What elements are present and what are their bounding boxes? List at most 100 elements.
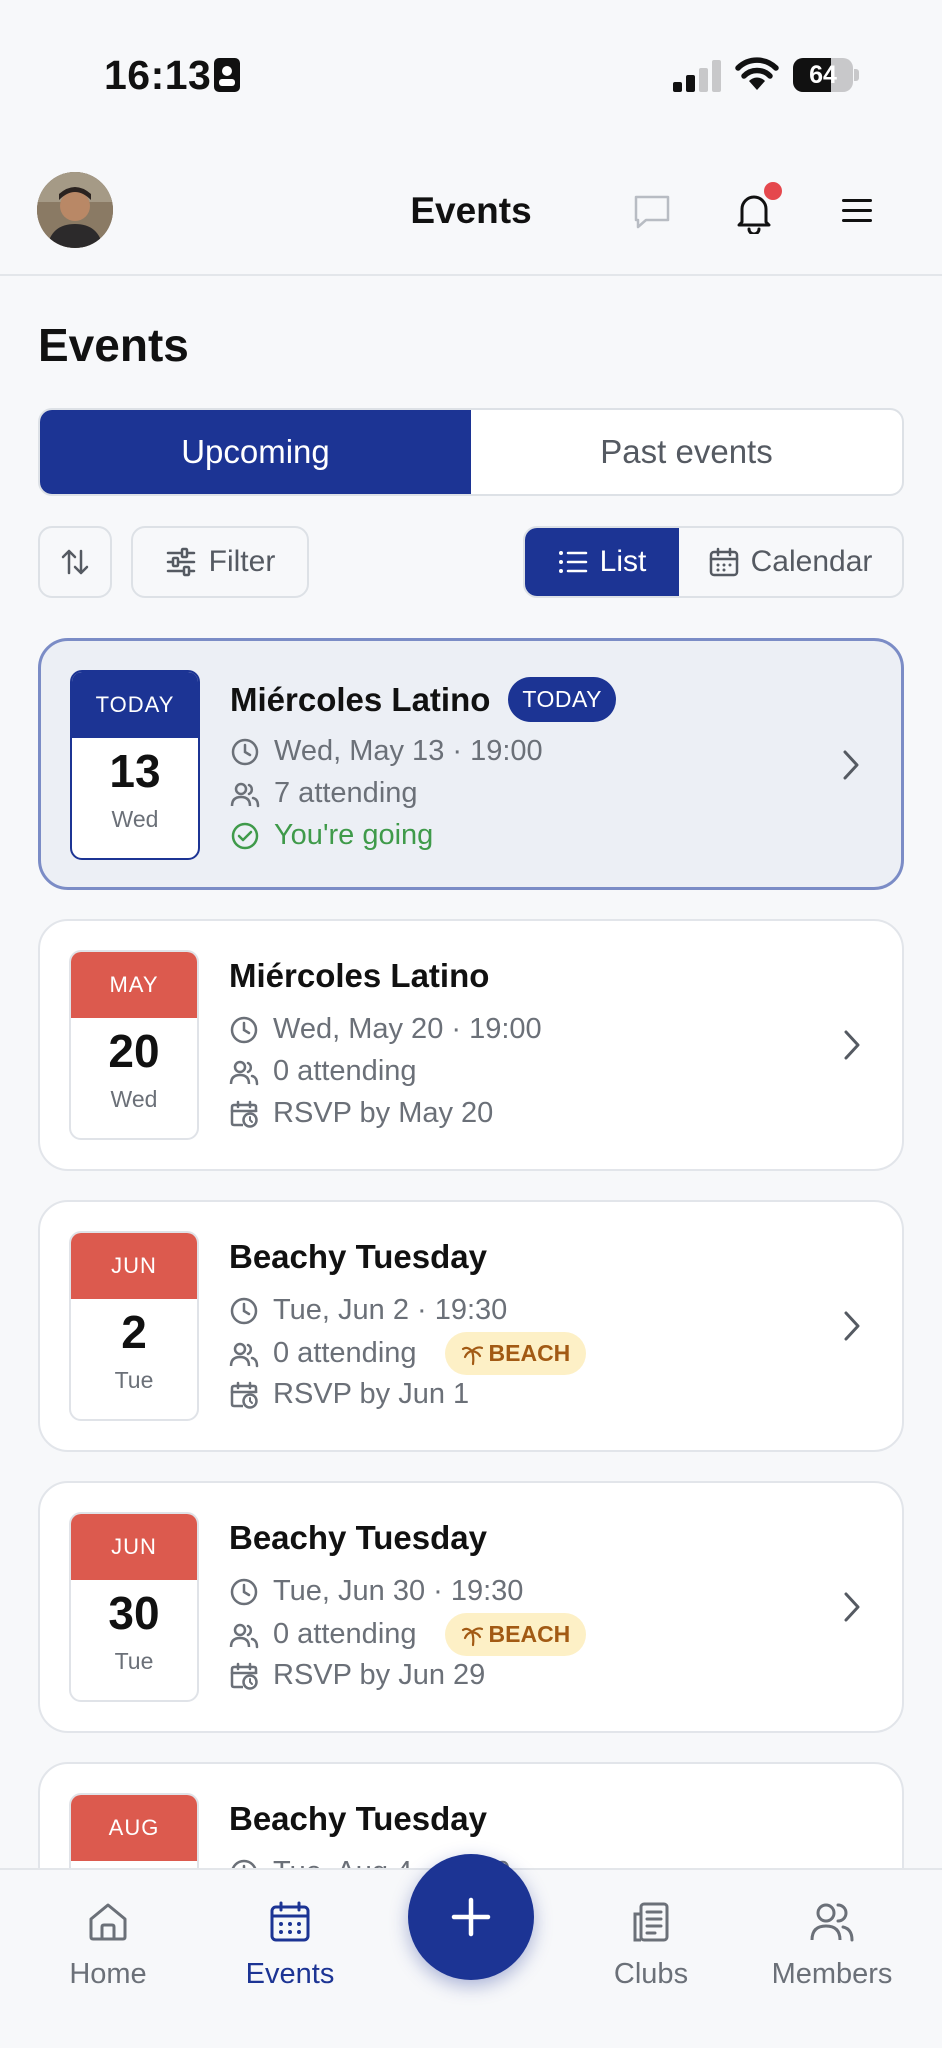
clock-icon xyxy=(230,737,260,767)
event-day: 20 xyxy=(108,1025,160,1077)
clock-icon xyxy=(229,1577,259,1607)
nav-home[interactable]: Home xyxy=(18,1900,198,1991)
event-day: 2 xyxy=(121,1306,147,1358)
chevron-right-icon xyxy=(842,1310,862,1342)
app-header: Events xyxy=(0,150,942,276)
event-rsvp-deadline: RSVP by Jun 1 xyxy=(273,1378,470,1410)
sort-icon xyxy=(59,546,91,578)
check-circle-icon xyxy=(230,821,260,851)
hamburger-menu-icon[interactable] xyxy=(840,196,874,224)
attendees-icon xyxy=(229,1057,259,1087)
event-month: JUN xyxy=(71,1233,197,1299)
event-title: Beachy Tuesday xyxy=(229,1238,488,1275)
chevron-right-icon xyxy=(841,749,861,781)
event-rsvp-deadline: RSVP by May 20 xyxy=(273,1097,494,1129)
event-attending: 0 attending xyxy=(273,1337,417,1369)
nav-home-label: Home xyxy=(69,1958,147,1990)
cellular-signal-icon xyxy=(673,60,721,92)
event-card[interactable]: JUN 2 Tue Beachy Tuesday Tue, Jun 2 · 19… xyxy=(38,1200,904,1452)
rsvp-deadline-icon xyxy=(229,1099,259,1129)
tab-past-events[interactable]: Past events xyxy=(471,410,902,494)
clock-icon xyxy=(229,1296,259,1326)
battery-percent: 64 xyxy=(809,61,837,89)
palm-tree-icon xyxy=(461,1342,485,1366)
beach-tag-label: BEACH xyxy=(488,1340,571,1366)
attendees-icon xyxy=(230,779,260,809)
event-day: 13 xyxy=(109,745,161,797)
event-weekday: Wed xyxy=(111,806,159,832)
event-attending: 7 attending xyxy=(274,777,418,809)
event-datetime: Wed, May 13 · 19:00 xyxy=(274,735,543,767)
status-time: 16:13 xyxy=(104,52,212,98)
event-day: 30 xyxy=(108,1587,160,1639)
tab-upcoming[interactable]: Upcoming xyxy=(40,410,471,494)
chevron-right-icon xyxy=(842,1029,862,1061)
calendar-icon xyxy=(268,1900,312,1944)
notification-dot xyxy=(764,182,782,200)
event-attending: 0 attending xyxy=(273,1055,417,1087)
beach-tag: BEACH xyxy=(444,1332,587,1375)
palm-tree-icon xyxy=(461,1623,485,1647)
event-date-box: JUN 30 Tue xyxy=(69,1512,199,1702)
nav-events[interactable]: Events xyxy=(200,1900,380,1991)
event-card[interactable]: TODAY 13 Wed Miércoles Latino TODAY Wed,… xyxy=(38,638,904,890)
event-datetime: Tue, Jun 30 · 19:30 xyxy=(273,1575,524,1607)
rsvp-deadline-icon xyxy=(229,1380,259,1410)
list-view-button[interactable]: List xyxy=(525,528,679,596)
event-title: Miércoles Latino xyxy=(230,680,491,718)
nav-members-label: Members xyxy=(771,1958,893,1990)
calendar-view-button[interactable]: Calendar xyxy=(679,528,902,596)
chevron-right-icon xyxy=(842,1591,862,1623)
clock-icon xyxy=(229,1015,259,1045)
chat-icon[interactable] xyxy=(632,192,672,232)
members-icon xyxy=(809,1900,855,1944)
battery-indicator: 64 xyxy=(793,58,859,92)
list-label: List xyxy=(599,545,647,578)
nav-clubs-label: Clubs xyxy=(613,1958,689,1990)
filter-label: Filter xyxy=(208,545,276,578)
plus-icon xyxy=(449,1895,493,1939)
calendar-label: Calendar xyxy=(750,545,873,578)
rsvp-deadline-icon xyxy=(229,1661,259,1691)
event-month: MAY xyxy=(71,952,197,1018)
today-badge: TODAY xyxy=(508,677,616,722)
beach-tag: BEACH xyxy=(444,1613,587,1656)
filter-button[interactable]: Filter xyxy=(131,526,309,598)
filter-sliders-icon xyxy=(165,547,197,577)
event-attending: 0 attending xyxy=(273,1618,417,1650)
event-rsvp-deadline: RSVP by Jun 29 xyxy=(273,1659,486,1691)
status-bar: 16:13 64 xyxy=(0,0,942,150)
nav-members[interactable]: Members xyxy=(742,1900,922,1991)
page-title: Events xyxy=(38,319,189,371)
nav-clubs[interactable]: Clubs xyxy=(561,1900,741,1991)
attendees-icon xyxy=(229,1339,259,1369)
clubs-icon xyxy=(629,1900,673,1944)
event-datetime: Tue, Jun 2 · 19:30 xyxy=(273,1294,508,1326)
event-card[interactable]: MAY 20 Wed Miércoles Latino Wed, May 20 … xyxy=(38,919,904,1171)
list-icon xyxy=(558,549,588,575)
event-title: Beachy Tuesday xyxy=(229,1800,488,1837)
sort-button[interactable] xyxy=(38,526,112,598)
event-weekday: Wed xyxy=(110,1086,158,1112)
attendees-icon xyxy=(229,1620,259,1650)
event-title: Miércoles Latino xyxy=(229,957,490,994)
header-title: Events xyxy=(410,190,532,231)
events-tabs: Upcoming Past events xyxy=(38,408,904,496)
event-title: Beachy Tuesday xyxy=(229,1519,488,1556)
event-month: AUG xyxy=(71,1795,197,1861)
nav-events-label: Events xyxy=(245,1958,335,1990)
event-going-status: You're going xyxy=(274,819,434,851)
add-event-button[interactable] xyxy=(408,1854,534,1980)
event-date-box: TODAY 13 Wed xyxy=(70,670,200,860)
calendar-icon xyxy=(709,547,739,577)
event-card[interactable]: JUN 30 Tue Beachy Tuesday Tue, Jun 30 · … xyxy=(38,1481,904,1733)
wifi-icon xyxy=(735,56,779,90)
event-date-box: MAY 20 Wed xyxy=(69,950,199,1140)
event-month: JUN xyxy=(71,1514,197,1580)
view-toggle: List Calendar xyxy=(523,526,904,598)
home-icon xyxy=(86,1900,130,1944)
event-weekday: Tue xyxy=(114,1367,154,1393)
event-weekday: Tue xyxy=(114,1648,154,1674)
event-month: TODAY xyxy=(72,672,198,738)
beach-tag-label: BEACH xyxy=(488,1621,571,1647)
